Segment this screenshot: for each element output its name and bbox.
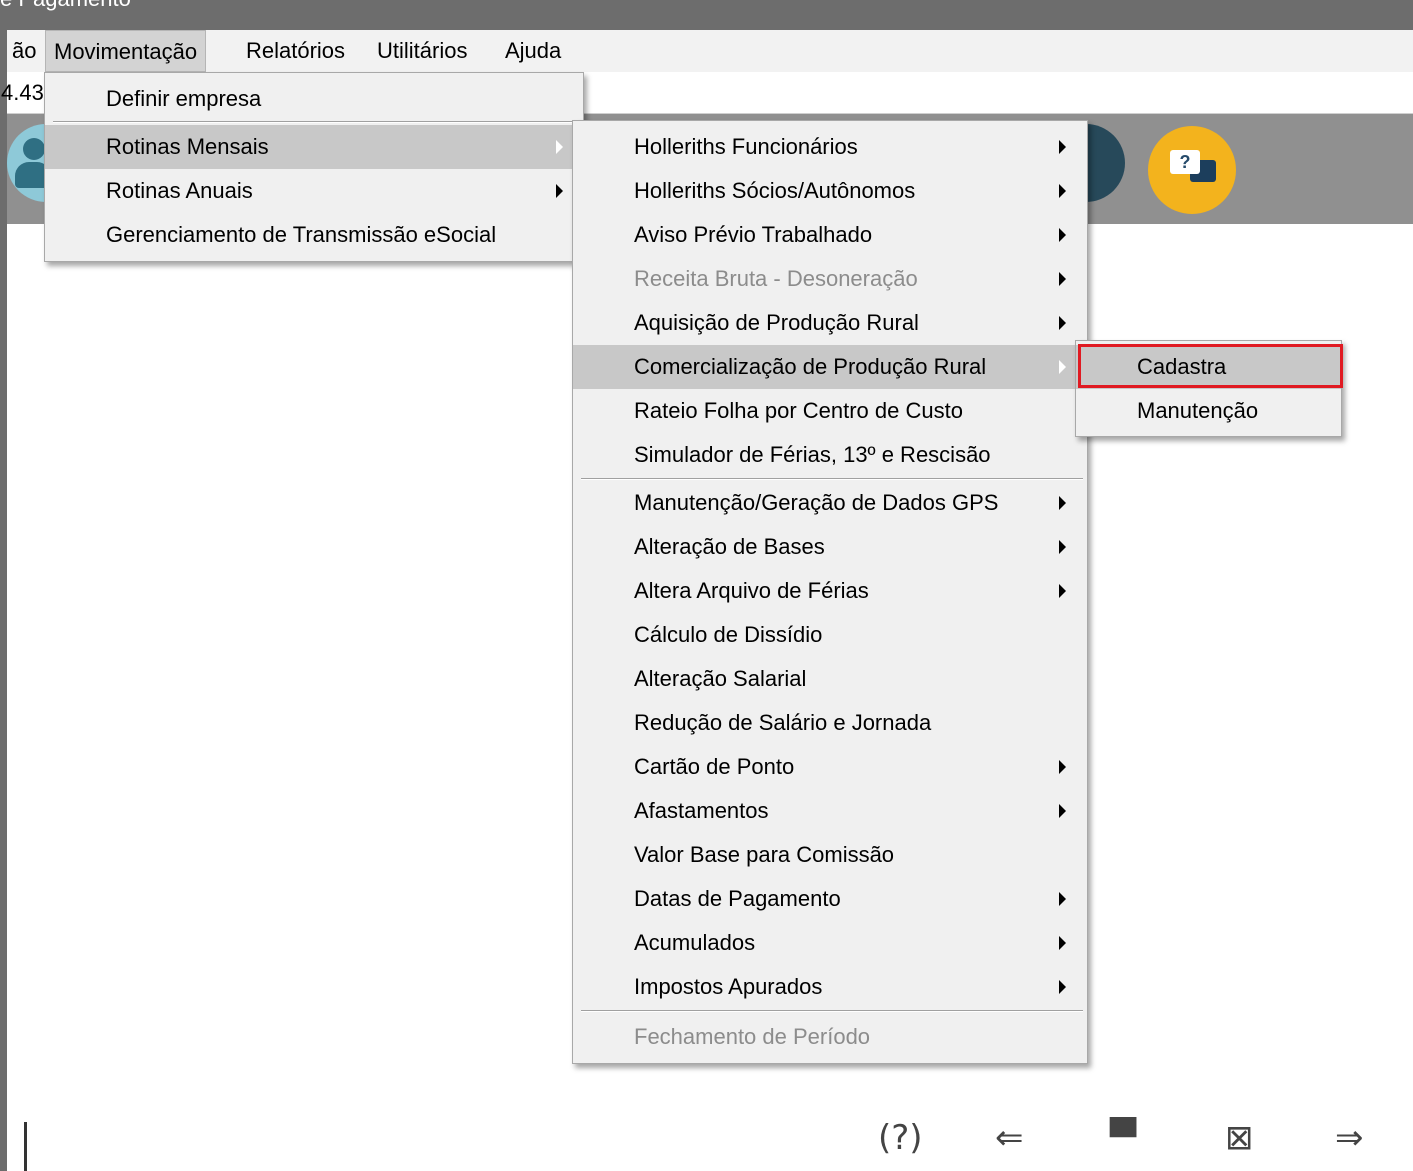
rotinas-mensais-menu: Holleriths Funcionários Holleriths Sócio…	[572, 120, 1088, 1064]
menu-item-label: Datas de Pagamento	[634, 886, 841, 911]
menu-item-label: Rotinas Anuais	[106, 178, 253, 203]
submenu-arrow-icon	[1059, 892, 1066, 906]
menu-item-label: Alteração de Bases	[634, 534, 825, 559]
title-bar: e Pagamento	[0, 0, 1413, 30]
menu-item-aquisicao-producao-rural[interactable]: Aquisição de Produção Rural	[573, 301, 1087, 345]
menu-item-label: Gerenciamento de Transmissão eSocial	[106, 222, 497, 247]
menu-cadastro[interactable]: ão	[4, 30, 44, 72]
back-arrow-icon[interactable]: ⇐	[995, 1118, 1024, 1158]
menu-item-label: Holleriths Funcionários	[634, 134, 858, 159]
menu-item-label: Valor Base para Comissão	[634, 842, 895, 867]
submenu-arrow-icon	[1059, 804, 1066, 818]
menu-item-label: Cartão de Ponto	[634, 754, 795, 779]
submenu-arrow-icon	[1059, 316, 1066, 330]
submenu-arrow-icon	[556, 140, 563, 154]
window-left-border	[0, 30, 7, 1171]
menu-item-label: Rateio Folha por Centro de Custo	[634, 398, 963, 423]
submenu-arrow-icon	[556, 184, 563, 198]
menu-item-acumulados[interactable]: Acumulados	[573, 921, 1087, 965]
menu-item-label: Fechamento de Período	[634, 1024, 871, 1049]
help-chat-icon[interactable]: ?	[1148, 126, 1236, 214]
movimentacao-menu: Definir empresa Rotinas Mensais Rotinas …	[44, 72, 584, 262]
forward-arrow-icon[interactable]: ⇒	[1335, 1118, 1364, 1158]
menu-movimentacao[interactable]: Movimentação	[45, 30, 207, 72]
submenu-arrow-icon	[1059, 360, 1066, 374]
menu-item-rotinas-mensais[interactable]: Rotinas Mensais	[45, 125, 583, 169]
menu-item-calculo-dissidio[interactable]: Cálculo de Dissídio	[573, 613, 1087, 657]
menu-item-cartao-ponto[interactable]: Cartão de Ponto	[573, 745, 1087, 789]
menu-item-manutencao[interactable]: Manutenção	[1076, 389, 1341, 433]
menu-item-fechamento-periodo: Fechamento de Período	[573, 1015, 1087, 1059]
user-head-shape	[23, 138, 45, 160]
menu-item-impostos-apurados[interactable]: Impostos Apurados	[573, 965, 1087, 1009]
menu-item-label: Comercialização de Produção Rural	[634, 354, 987, 379]
menu-ajuda[interactable]: Ajuda	[497, 30, 569, 72]
menu-item-label: Manutenção	[1137, 398, 1259, 423]
menu-item-holleriths-funcionarios[interactable]: Holleriths Funcionários	[573, 125, 1087, 169]
submenu-arrow-icon	[1059, 140, 1066, 154]
menu-item-label: Manutenção/Geração de Dados GPS	[634, 490, 999, 515]
menu-item-definir-empresa[interactable]: Definir empresa	[45, 77, 583, 121]
window-title: e Pagamento	[0, 0, 131, 12]
submenu-arrow-icon	[1059, 760, 1066, 774]
menu-item-gerenciamento-esocial[interactable]: Gerenciamento de Transmissão eSocial	[45, 213, 583, 257]
menu-item-datas-pagamento[interactable]: Datas de Pagamento	[573, 877, 1087, 921]
menu-item-label: Aquisição de Produção Rural	[634, 310, 919, 335]
menu-item-label: Aviso Prévio Trabalhado	[634, 222, 873, 247]
submenu-arrow-icon	[1059, 584, 1066, 598]
menu-item-label: Cálculo de Dissídio	[634, 622, 823, 647]
menu-item-holleriths-socios[interactable]: Holleriths Sócios/Autônomos	[573, 169, 1087, 213]
menu-item-reducao-salario[interactable]: Redução de Salário e Jornada	[573, 701, 1087, 745]
submenu-arrow-icon	[1059, 936, 1066, 950]
menu-item-rateio-folha[interactable]: Rateio Folha por Centro de Custo	[573, 389, 1087, 433]
help-icon[interactable]: (?)	[878, 1118, 923, 1158]
menu-item-label: Receita Bruta - Desoneração	[634, 266, 918, 291]
menu-item-label: Impostos Apurados	[634, 974, 823, 999]
menu-item-label: Holleriths Sócios/Autônomos	[634, 178, 916, 203]
menu-bar: ão Movimentação Relatórios Utilitários A…	[7, 30, 1413, 72]
submenu-arrow-icon	[1059, 980, 1066, 994]
menu-item-label: Redução de Salário e Jornada	[634, 710, 932, 735]
submenu-arrow-icon	[1059, 272, 1066, 286]
menu-item-label: Simulador de Férias, 13º e Rescisão	[634, 442, 991, 467]
menu-item-aviso-previo[interactable]: Aviso Prévio Trabalhado	[573, 213, 1087, 257]
highlight-annotation-box	[1078, 344, 1343, 388]
menu-item-manutencao-gps[interactable]: Manutenção/Geração de Dados GPS	[573, 481, 1087, 525]
menu-item-comercializacao-producao-rural[interactable]: Comercialização de Produção Rural	[573, 345, 1087, 389]
submenu-arrow-icon	[1059, 540, 1066, 554]
status-value: 4.43	[1, 80, 44, 105]
menu-item-label: Definir empresa	[106, 86, 262, 111]
menu-utilitarios[interactable]: Utilitários	[369, 30, 475, 72]
menu-item-label: Acumulados	[634, 930, 756, 955]
menu-item-label: Alteração Salarial	[634, 666, 807, 691]
submenu-arrow-icon	[1059, 184, 1066, 198]
submenu-arrow-icon	[1059, 496, 1066, 510]
menu-item-label: Altera Arquivo de Férias	[634, 578, 869, 603]
menu-item-afastamentos[interactable]: Afastamentos	[573, 789, 1087, 833]
menu-item-simulador-ferias[interactable]: Simulador de Férias, 13º e Rescisão	[573, 433, 1087, 477]
bottom-divider	[24, 1122, 27, 1171]
menu-item-altera-arquivo-ferias[interactable]: Altera Arquivo de Férias	[573, 569, 1087, 613]
menu-item-label: Rotinas Mensais	[106, 134, 269, 159]
menu-item-alteracao-bases[interactable]: Alteração de Bases	[573, 525, 1087, 569]
chat-bubble-front: ?	[1170, 150, 1200, 174]
cancel-icon[interactable]: ⊠	[1225, 1118, 1254, 1158]
menu-item-valor-base-comissao[interactable]: Valor Base para Comissão	[573, 833, 1087, 877]
menu-item-rotinas-anuais[interactable]: Rotinas Anuais	[45, 169, 583, 213]
menu-separator	[581, 478, 1083, 480]
menu-separator	[581, 1010, 1083, 1012]
menu-separator	[53, 121, 579, 123]
menu-item-label: Afastamentos	[634, 798, 769, 823]
submenu-arrow-icon	[1059, 228, 1066, 242]
save-icon[interactable]: ▀	[1110, 1118, 1136, 1158]
menu-item-alteracao-salarial[interactable]: Alteração Salarial	[573, 657, 1087, 701]
menu-relatorios[interactable]: Relatórios	[238, 30, 353, 72]
menu-item-receita-bruta: Receita Bruta - Desoneração	[573, 257, 1087, 301]
